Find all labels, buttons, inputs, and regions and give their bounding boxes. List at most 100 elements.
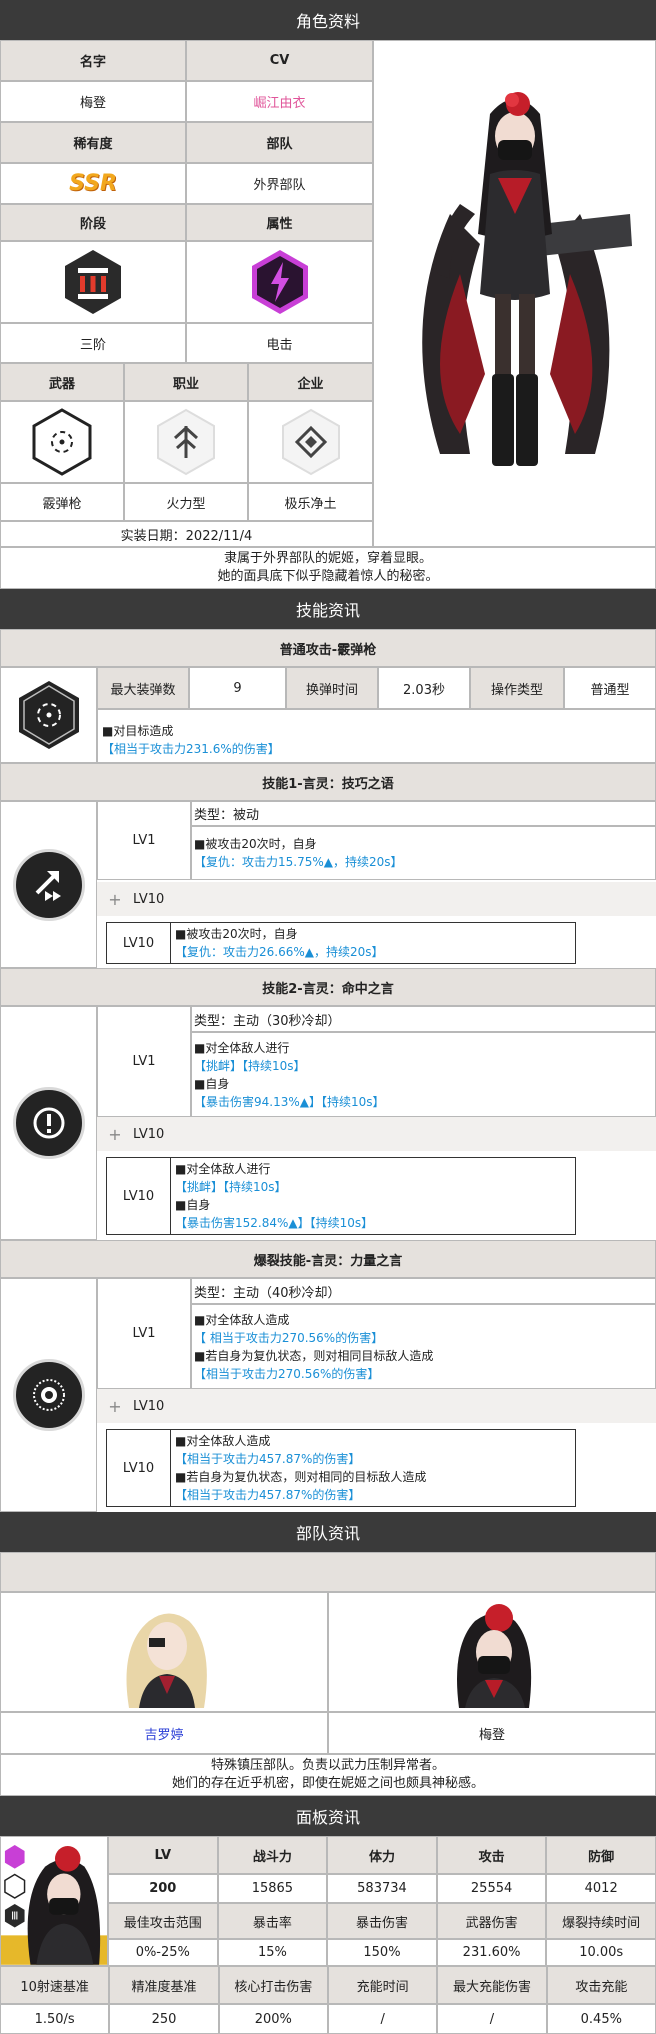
squad-description: 特殊镇压部队。负责以武力压制异常者。 她们的存在近乎机密，即使在妮姬之间也颇具神…	[0, 1754, 656, 1796]
skill1-lv1-line-1: ■被攻击20次时，自身	[194, 837, 317, 851]
squad-section-title: 部队资讯	[0, 1512, 656, 1552]
burst-lv10-line-3: ■若自身为复仇状态，则对相同的目标敌人造成	[175, 1470, 427, 1484]
burst-lv10-line-1: ■对全体敌人造成	[175, 1434, 271, 1448]
expand-plus-icon: +	[108, 1396, 122, 1416]
profile-description: 隶属于外界部队的妮姬，穿着显眼。 她的面具底下似乎隐藏着惊人的秘密。	[0, 547, 656, 589]
stage-value: 三阶	[0, 323, 186, 363]
company-label: 企业	[248, 363, 373, 401]
ssr-badge: SSR	[69, 171, 117, 196]
skill2-type: 类型：主动（30秒冷却）	[191, 1006, 656, 1032]
skill2-title: 技能2-言灵：命中之言	[0, 968, 656, 1006]
weapon-value: 霰弹枪	[0, 483, 124, 521]
company-value: 极乐净土	[248, 483, 373, 521]
normal-attack-title: 普通攻击-霰弹枪	[0, 629, 656, 667]
panel-value: 10.00s	[546, 1939, 656, 1966]
panel-header: 核心打击伤害	[218, 1966, 328, 2004]
expand-plus-icon: +	[108, 889, 122, 909]
skill1-lv10-line-1: ■被攻击20次时，自身	[175, 927, 298, 941]
op-type-label: 操作类型	[470, 667, 564, 709]
burst-lv1-line-4: 【相当于攻击力270.56%的伤害】	[194, 1366, 380, 1381]
max-ammo-label: 最大装弹数	[97, 667, 189, 709]
squad-label: 部队	[186, 122, 373, 163]
panel-header: 最大充能伤害	[437, 1966, 547, 2004]
burst-icon-cell	[0, 1278, 97, 1512]
panel-header: 战斗力	[217, 1836, 328, 1874]
skill2-lv10-line-2: 【挑衅】【持续10s】	[175, 1180, 287, 1194]
skill1-title: 技能1-言灵：技巧之语	[0, 763, 656, 801]
weapon-icon-cell	[0, 401, 124, 483]
panel-value: 25554	[436, 1874, 547, 1903]
burst-icon	[12, 1359, 85, 1431]
description-line-1: 隶属于外界部队的妮姬，穿着显眼。	[223, 551, 432, 566]
member1-portrait[interactable]	[0, 1592, 328, 1712]
name-value: 梅登	[0, 81, 186, 122]
class-label: 职业	[124, 363, 248, 401]
panel-header: 爆裂持续时间	[546, 1903, 656, 1939]
panel-value: 15%	[217, 1939, 328, 1966]
skill1-type: 类型：被动	[191, 801, 656, 826]
burst-lv10-label: LV10	[107, 1430, 171, 1506]
panel-header: 10射速基准	[0, 1966, 110, 2004]
class-icon-cell	[124, 401, 248, 483]
burst-lv10-toggle-label: LV10	[133, 1398, 165, 1414]
shotgun-skill-icon	[18, 681, 79, 749]
cv-link[interactable]: 崛江由衣	[186, 81, 373, 122]
expand-plus-icon: +	[108, 1124, 122, 1144]
rarity-label: 稀有度	[0, 122, 186, 163]
skill2-lv1-line-2: 【挑衅】【持续10s】	[194, 1058, 306, 1073]
skill2-lv10-line-4: 【暴击伤害152.84%▲】【持续10s】	[175, 1216, 374, 1230]
burst-lv10-toggle[interactable]: + LV10	[97, 1389, 656, 1423]
panel-value: /	[328, 2004, 438, 2034]
burst-lv1-line-2: 【 相当于攻击力270.56%的伤害】	[194, 1330, 384, 1345]
skill1-lv10-line-2: 【复仇：攻击力26.66%▲，持续20s】	[175, 945, 384, 959]
panel-header: 攻击	[436, 1836, 547, 1874]
skill1-lv10-label: LV10	[107, 923, 171, 963]
skill2-lv10-toggle[interactable]: + LV10	[97, 1117, 656, 1151]
member1-link[interactable]: 吉罗婷	[0, 1712, 328, 1754]
skill1-lv1-label: LV1	[97, 801, 191, 880]
panel-section-title: 面板资讯	[0, 1796, 656, 1836]
member2-name: 梅登	[328, 1712, 656, 1754]
normal-attack-icon-cell	[0, 667, 97, 763]
alert-icon	[33, 1107, 64, 1139]
skill2-lv10-line-3: ■自身	[175, 1198, 211, 1212]
stage-icon-cell	[0, 241, 186, 323]
weapon-label: 武器	[0, 363, 124, 401]
normal-attack-desc: ■对目标造成 【相当于攻击力231.6%的伤害】	[97, 709, 656, 763]
character-portrait	[373, 40, 656, 547]
skill1-lv10-toggle[interactable]: + LV10	[97, 882, 656, 916]
name-label: 名字	[0, 40, 186, 81]
skill2-lv10-label: LV10	[107, 1158, 171, 1234]
normal-desc-line-1: ■对目标造成	[102, 724, 174, 738]
squad-value: 外界部队	[186, 163, 373, 204]
panel-header: 精准度基准	[109, 1966, 219, 2004]
panel-value: 231.60%	[436, 1939, 547, 1966]
skill1-icon-cell	[0, 801, 97, 968]
panel-header: 武器伤害	[436, 1903, 547, 1939]
shotgun-icon	[32, 408, 92, 476]
panel-header: LV	[108, 1836, 218, 1874]
panel-value: 15865	[217, 1874, 328, 1903]
panel-value: 250	[109, 2004, 219, 2034]
burst-lv10-line-4: 【相当于攻击力457.87%的伤害】	[175, 1488, 361, 1502]
skill2-lv1-line-3: ■自身	[194, 1076, 230, 1091]
skill2-icon	[12, 1087, 85, 1159]
panel-header: 暴击率	[217, 1903, 328, 1939]
stage-label: 阶段	[0, 204, 186, 241]
skill2-lv10-toggle-label: LV10	[133, 1126, 165, 1142]
burst-lv1-desc: ■对全体敌人造成 【 相当于攻击力270.56%的伤害】 ■若自身为复仇状态，则…	[191, 1304, 656, 1389]
panel-header: 最佳攻击范围	[108, 1903, 218, 1939]
panel-value: 150%	[327, 1939, 437, 1966]
skill1-lv10-toggle-label: LV10	[133, 891, 165, 907]
squad-desc-line-2: 她们的存在近乎机密，即使在妮姬之间也颇具神秘感。	[171, 1776, 484, 1791]
profile-section-title: 角色资料	[0, 0, 656, 40]
panel-value: 0.45%	[546, 2004, 656, 2034]
attribute-icon-cell	[186, 241, 373, 323]
member2-portrait[interactable]	[328, 1592, 656, 1712]
panel-value: 200%	[218, 2004, 328, 2034]
attribute-label: 属性	[186, 204, 373, 241]
panel-value: 200	[108, 1874, 218, 1903]
skill1-lv1-line-2: 【复仇：攻击力15.75%▲，持续20s】	[194, 855, 403, 869]
panel-header: 暴击伤害	[327, 1903, 437, 1939]
burst-lv10-box: LV10 ■对全体敌人造成 【相当于攻击力457.87%的伤害】 ■若自身为复仇…	[106, 1429, 576, 1507]
